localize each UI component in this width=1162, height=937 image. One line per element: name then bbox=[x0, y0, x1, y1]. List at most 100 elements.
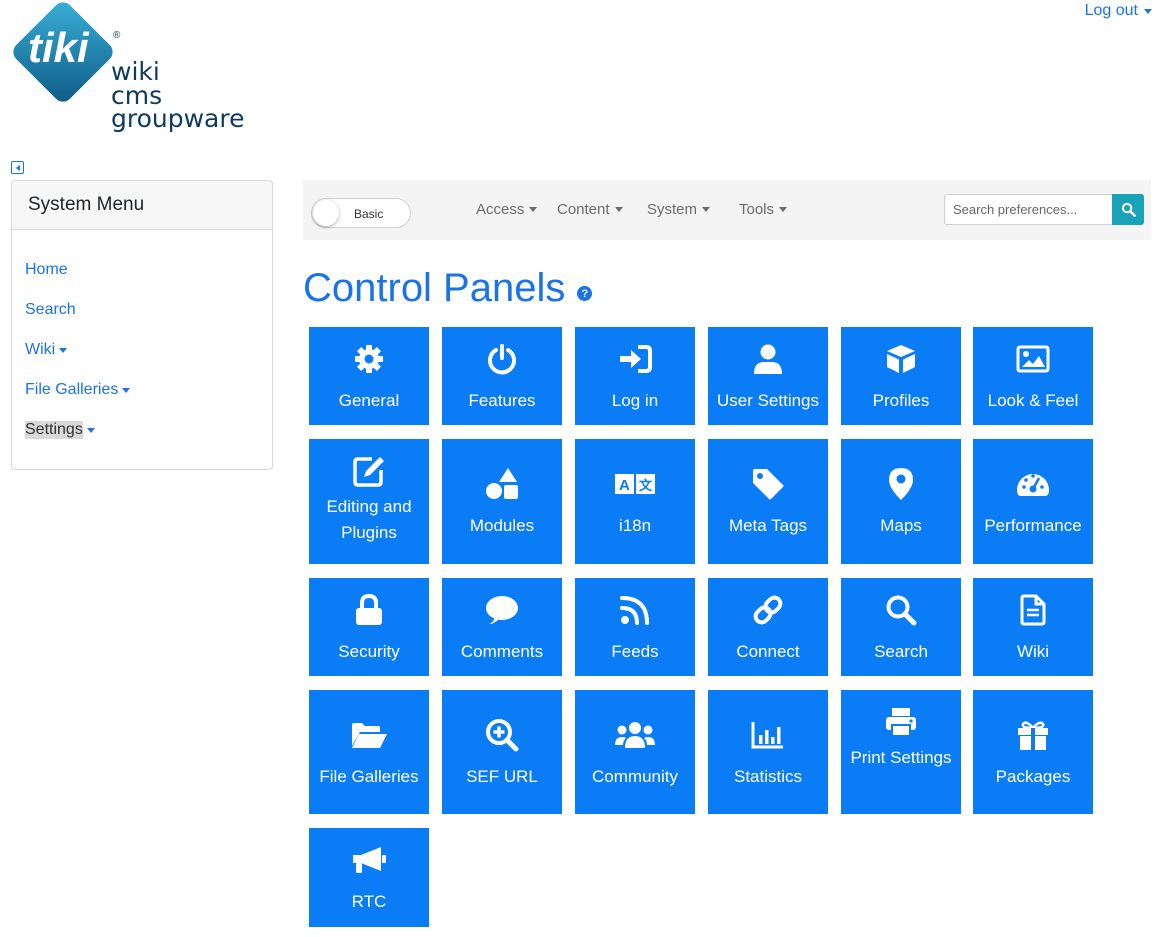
nav-label[interactable]: System bbox=[647, 201, 697, 218]
panel-features[interactable]: Features bbox=[442, 327, 562, 425]
panel-label: Log in bbox=[611, 391, 659, 410]
search-icon bbox=[886, 595, 917, 626]
caret-down-icon bbox=[529, 207, 538, 212]
shapes-icon bbox=[486, 468, 518, 499]
panel-label: Meta Tags bbox=[728, 516, 808, 535]
panel-label: General bbox=[338, 391, 400, 410]
system-menu-title: System Menu bbox=[12, 181, 272, 230]
caret-down-icon[interactable] bbox=[86, 427, 95, 433]
nav-access[interactable]: Access bbox=[476, 201, 538, 218]
caret-down-icon[interactable] bbox=[59, 347, 68, 353]
panel-label: Editing and Plugins bbox=[326, 497, 412, 542]
sidebar-item-label[interactable]: Search bbox=[25, 301, 76, 319]
panel-label: Modules bbox=[469, 516, 535, 535]
system-menu: System Menu Home Search Wiki File Galler… bbox=[11, 180, 273, 470]
preference-search bbox=[944, 194, 1144, 225]
nav-tools[interactable]: Tools bbox=[739, 201, 788, 218]
panel-feeds[interactable]: Feeds bbox=[575, 578, 695, 676]
sidebar-item-wiki[interactable]: Wiki bbox=[12, 330, 272, 370]
logout-menu[interactable]: Log out bbox=[1085, 2, 1152, 20]
search-icon bbox=[1121, 202, 1136, 217]
panel-security[interactable]: Security bbox=[309, 578, 429, 676]
caret-left-icon bbox=[15, 164, 20, 171]
panel-label: i18n bbox=[618, 516, 652, 535]
panel-label: Statistics bbox=[733, 767, 803, 786]
sign-in-icon bbox=[620, 345, 652, 373]
panel-packages[interactable]: Packages bbox=[973, 690, 1093, 814]
panel-label: Search bbox=[874, 642, 928, 661]
panel-log-in[interactable]: Log in bbox=[575, 327, 695, 425]
svg-text:groupware: groupware bbox=[111, 104, 244, 133]
nav-content[interactable]: Content bbox=[557, 201, 623, 218]
bullhorn-icon bbox=[353, 847, 386, 873]
panel-i18n[interactable]: A文 i18n bbox=[575, 439, 695, 564]
nav-label[interactable]: Tools bbox=[739, 201, 774, 218]
lock-icon bbox=[356, 594, 382, 625]
panel-label: Community bbox=[592, 767, 678, 786]
panel-label: Comments bbox=[460, 642, 544, 661]
basic-mode-toggle[interactable]: Basic bbox=[311, 198, 411, 228]
panel-meta-tags[interactable]: Meta Tags bbox=[708, 439, 828, 564]
tiki-logo[interactable]: tiki ® wiki cms groupware bbox=[8, 0, 258, 140]
sidebar-item-settings[interactable]: Settings bbox=[12, 410, 272, 450]
panel-rtc[interactable]: RTC bbox=[309, 828, 429, 927]
collapse-sidebar-button[interactable] bbox=[11, 161, 24, 174]
panel-user-settings[interactable]: User Settings bbox=[708, 327, 828, 425]
caret-down-icon bbox=[779, 207, 788, 212]
panel-label: Performance bbox=[984, 516, 1082, 535]
link-icon bbox=[753, 595, 783, 625]
panel-profiles[interactable]: Profiles bbox=[841, 327, 961, 425]
users-icon bbox=[615, 722, 655, 748]
svg-text:文: 文 bbox=[639, 478, 653, 494]
panel-sef-url[interactable]: SEF URL bbox=[442, 690, 562, 814]
nav-label[interactable]: Content bbox=[557, 201, 610, 218]
panel-connect[interactable]: Connect bbox=[708, 578, 828, 676]
panel-file-galleries[interactable]: File Galleries bbox=[309, 690, 429, 814]
panel-look-and-feel[interactable]: Look & Feel bbox=[973, 327, 1093, 425]
logout-label[interactable]: Log out bbox=[1085, 2, 1138, 20]
gift-icon bbox=[1018, 721, 1048, 750]
panel-modules[interactable]: Modules bbox=[442, 439, 562, 564]
map-marker-icon bbox=[889, 468, 913, 500]
sidebar-item-label[interactable]: Home bbox=[25, 261, 68, 279]
page-title: Control Panels ? bbox=[303, 266, 593, 311]
panel-search[interactable]: Search bbox=[841, 578, 961, 676]
language-icon: A文 bbox=[615, 474, 655, 494]
toggle-label: Basic bbox=[354, 207, 384, 221]
sidebar-item-file-galleries[interactable]: File Galleries bbox=[12, 370, 272, 410]
sidebar-item-label[interactable]: Settings bbox=[25, 421, 83, 439]
tachometer-icon bbox=[1017, 474, 1049, 496]
caret-down-icon[interactable] bbox=[122, 387, 131, 393]
panel-label: Security bbox=[338, 642, 400, 661]
panel-print-settings[interactable]: Print Settings bbox=[841, 690, 961, 814]
panel-label: Wiki bbox=[1016, 642, 1050, 661]
panel-maps[interactable]: Maps bbox=[841, 439, 961, 564]
panel-label: File Galleries bbox=[319, 767, 419, 786]
sidebar-item-search[interactable]: Search bbox=[12, 290, 272, 330]
tag-icon bbox=[753, 469, 784, 500]
comment-icon bbox=[486, 596, 518, 624]
sidebar-item-label[interactable]: Wiki bbox=[25, 341, 55, 359]
panel-general[interactable]: General bbox=[309, 327, 429, 425]
caret-down-icon bbox=[702, 207, 711, 212]
sidebar-item-label[interactable]: File Galleries bbox=[25, 381, 118, 399]
search-button[interactable] bbox=[1112, 194, 1144, 225]
nav-label[interactable]: Access bbox=[476, 201, 524, 218]
svg-text:®: ® bbox=[113, 30, 121, 41]
sidebar-item-home[interactable]: Home bbox=[12, 250, 272, 290]
system-menu-list: Home Search Wiki File Galleries Settings bbox=[12, 230, 272, 450]
panel-community[interactable]: Community bbox=[575, 690, 695, 814]
panel-label: Feeds bbox=[611, 642, 659, 661]
panel-editing-and-plugins[interactable]: Editing and Plugins bbox=[309, 439, 429, 564]
panel-performance[interactable]: Performance bbox=[973, 439, 1093, 564]
panel-comments[interactable]: Comments bbox=[442, 578, 562, 676]
search-preferences-input[interactable] bbox=[944, 194, 1112, 225]
panel-wiki[interactable]: Wiki bbox=[973, 578, 1093, 676]
help-icon[interactable]: ? bbox=[577, 286, 593, 301]
admin-navbar: Basic Access Content System Tools bbox=[303, 180, 1151, 240]
panel-statistics[interactable]: Statistics bbox=[708, 690, 828, 814]
caret-down-icon bbox=[614, 207, 623, 212]
toggle-knob[interactable] bbox=[313, 200, 339, 226]
nav-system[interactable]: System bbox=[647, 201, 711, 218]
image-icon bbox=[1016, 345, 1050, 373]
